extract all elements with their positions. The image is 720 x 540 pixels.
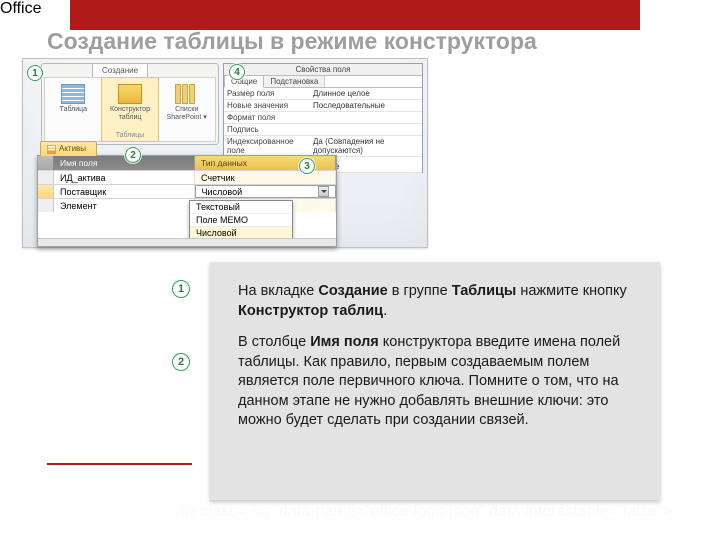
table-icon [61, 84, 85, 104]
table-tab-icon [47, 145, 56, 154]
callout-badge-4: 4 [229, 64, 245, 80]
row-selector[interactable] [38, 171, 54, 184]
row-selector[interactable] [38, 185, 54, 198]
column-field-name[interactable]: Имя поля [54, 156, 195, 170]
paragraph-2: В столбце Имя поля конструктора введите … [238, 333, 632, 431]
dropdown-item[interactable]: Поле МЕМО [190, 214, 292, 227]
cell-data-type[interactable]: Счетчик [195, 171, 336, 184]
prop-key: Формат поля [224, 112, 310, 123]
callout-badge-1: 1 [27, 65, 43, 81]
app-screenshot: Создание Таблица Конструктор таблиц Спис… [22, 58, 428, 248]
body-callout-1: 1 [172, 280, 190, 298]
prop-val[interactable]: Длинное целое [310, 88, 422, 99]
design-grid: Активы Имя поля Тип данных ИД_актива Сче… [37, 155, 337, 247]
cell-field-name[interactable]: ИД_актива [54, 171, 195, 184]
column-data-type[interactable]: Тип данных [195, 156, 336, 170]
prop-val[interactable] [310, 112, 422, 123]
ribbon-tab-create[interactable]: Создание [92, 63, 148, 77]
cell-field-name[interactable]: Поставщик [54, 185, 195, 198]
prop-key: Размер поля [224, 88, 310, 99]
callout-badge-3: 3 [299, 158, 315, 174]
row-selector[interactable] [38, 199, 54, 212]
button-sharepoint-label-2: SharePoint ▾ [158, 114, 215, 122]
paragraph-1: На вкладке Создание в группе Таблицы наж… [238, 282, 632, 321]
button-designer-label-2: таблиц [102, 114, 159, 122]
prop-key: Подпись [224, 124, 310, 135]
cell-field-name[interactable]: Элемент [54, 199, 195, 212]
button-sharepoint-label-1: Списки [158, 106, 215, 114]
prop-val[interactable]: Да (Совпадения не допускаются) [310, 136, 422, 156]
explanation-panel: На вкладке Создание в группе Таблицы наж… [210, 262, 660, 500]
cell-data-type[interactable]: Числовой [195, 185, 337, 198]
table-row[interactable]: Поставщик Числовой [38, 184, 336, 198]
design-grid-header: Имя поля Тип данных [38, 156, 336, 170]
office-logo: div class="sq" data-name="office-logo-ic… [176, 503, 696, 521]
prop-key: Индексированное поле [224, 136, 310, 156]
ribbon: Создание Таблица Конструктор таблиц Спис… [41, 63, 219, 145]
field-properties-title: Свойства поля [224, 64, 422, 76]
tab-general[interactable]: Общие [224, 76, 264, 88]
table-designer-icon [118, 84, 142, 104]
ribbon-group-tables: Таблица Конструктор таблиц Списки ShareP… [44, 77, 216, 142]
data-type-dropdown[interactable]: Текстовый Поле МЕМО Числовой [189, 200, 293, 241]
table-tab-label: Активы [59, 142, 86, 156]
horizontal-scrollbar[interactable] [38, 238, 336, 246]
button-designer-label-1: Конструктор [102, 106, 159, 114]
prop-val[interactable]: Последовательные [310, 100, 422, 111]
body-callout-2: 2 [172, 353, 190, 371]
ribbon-group-label: Таблицы [45, 132, 215, 139]
slide-title: Создание таблицы в режиме конструктора [47, 28, 537, 55]
header-banner [70, 0, 640, 30]
cell-data-type-value: Числовой [202, 185, 243, 199]
dropdown-item[interactable]: Текстовый [190, 201, 292, 214]
sharepoint-icon [175, 84, 199, 104]
prop-key: Новые значения [224, 100, 310, 111]
tab-lookup[interactable]: Подстановка [264, 76, 325, 87]
footer-divider [47, 463, 192, 465]
button-table-label: Таблица [45, 106, 102, 114]
callout-badge-2: 2 [125, 147, 141, 163]
prop-val[interactable] [310, 124, 422, 135]
dropdown-arrow-icon[interactable] [318, 186, 329, 197]
table-tab-aktivy[interactable]: Активы [40, 141, 97, 156]
table-row[interactable]: ИД_актива Счетчик [38, 170, 336, 184]
